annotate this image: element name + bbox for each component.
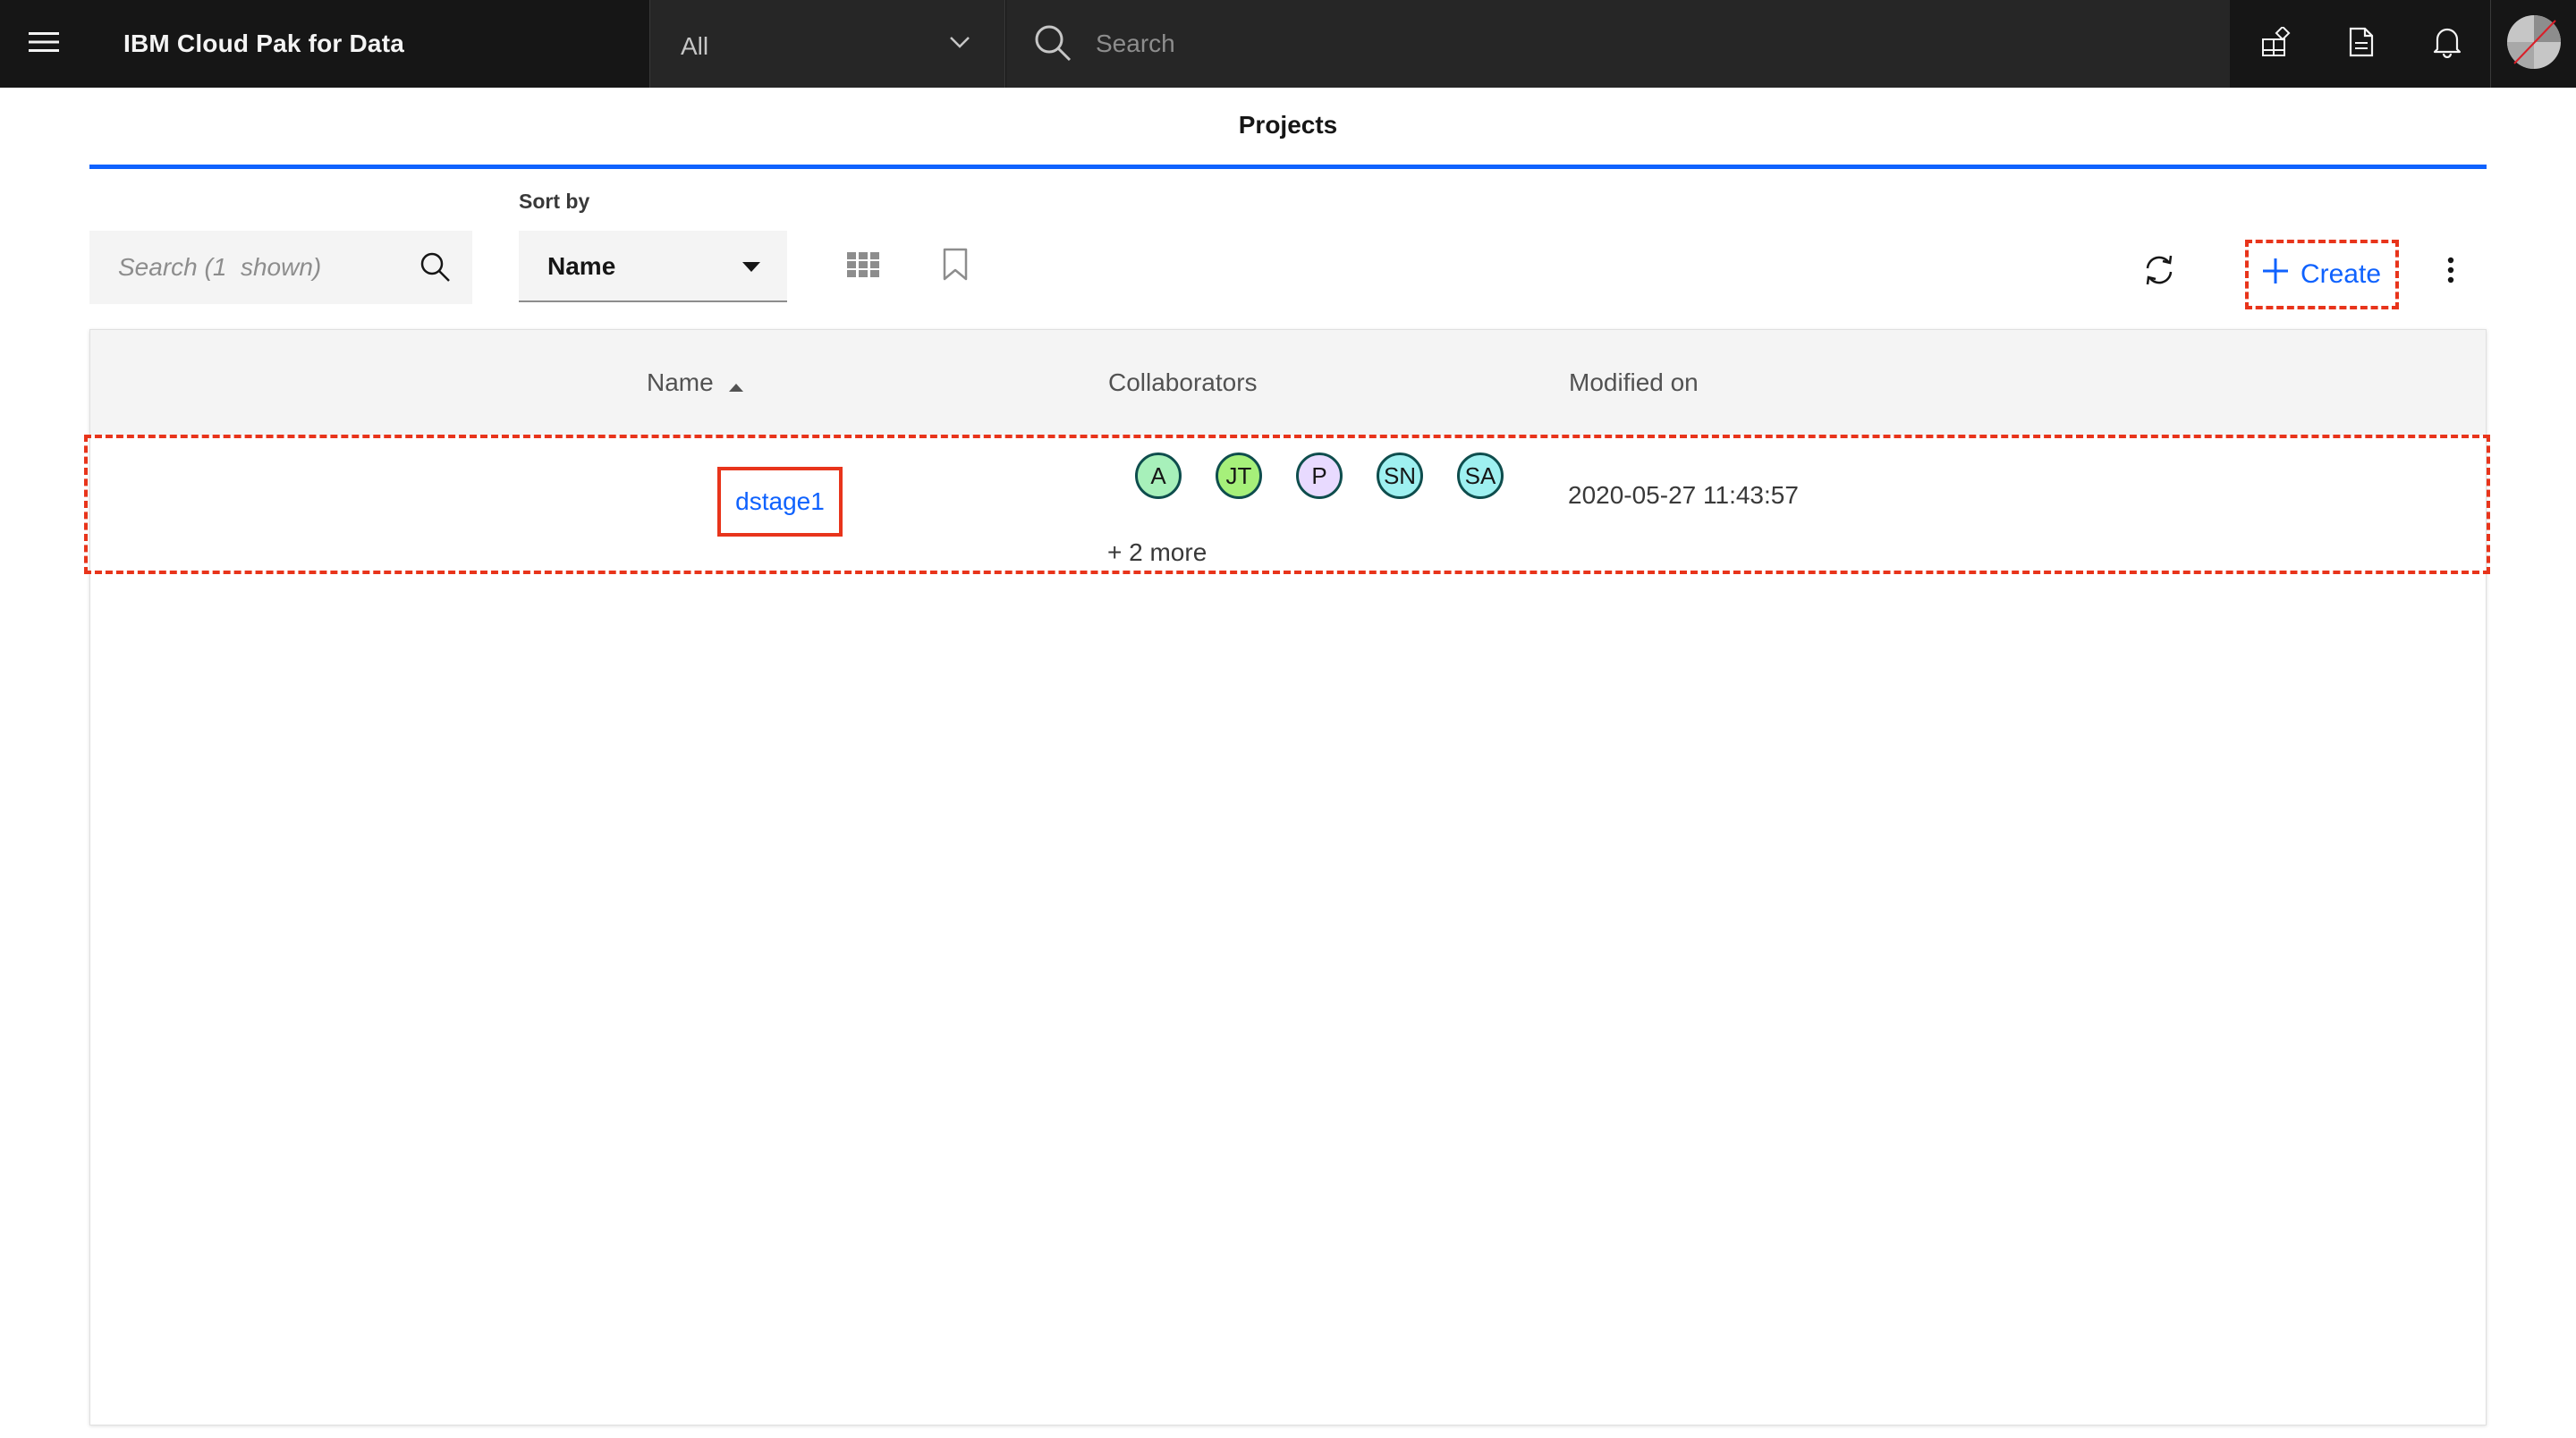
title-underline (89, 165, 2487, 169)
sort-by-label: Sort by (519, 190, 590, 213)
global-search[interactable] (1006, 0, 2230, 88)
more-collaborators-link[interactable]: + 2 more (1107, 538, 1207, 567)
collaborator-avatar[interactable]: SA (1457, 453, 1504, 499)
page-title: Projects (1238, 111, 1338, 139)
product-name[interactable]: IBM Cloud Pak for Data (123, 0, 404, 88)
grid-view-button[interactable] (836, 240, 890, 293)
column-header-collaborators[interactable]: Collaborators (1108, 330, 1258, 436)
search-icon (1033, 23, 1072, 67)
hamburger-icon (29, 30, 59, 58)
refresh-button[interactable] (2132, 245, 2186, 299)
project-search-input[interactable] (118, 231, 404, 304)
scope-value: All (681, 32, 709, 60)
user-profile-button[interactable] (2490, 0, 2576, 88)
project-link[interactable]: dstage1 (717, 467, 843, 537)
create-label: Create (2300, 259, 2382, 289)
column-header-modified[interactable]: Modified on (1569, 330, 1699, 436)
sort-ascending-icon (729, 332, 744, 437)
apps-switcher-button[interactable] (2233, 0, 2318, 88)
collaborator-avatar[interactable]: P (1296, 453, 1343, 499)
table-header: Name Collaborators Modified on (90, 330, 2486, 436)
caret-down-icon (742, 261, 760, 277)
menu-button[interactable] (0, 0, 88, 88)
bookmark-filter-button[interactable] (928, 240, 982, 293)
search-scope-dropdown[interactable]: All (649, 0, 1005, 88)
apps-icon (2260, 25, 2291, 62)
chevron-down-icon (949, 36, 970, 53)
document-icon (2349, 27, 2374, 62)
search-icon[interactable] (419, 250, 453, 289)
bell-icon (2432, 26, 2462, 63)
overflow-menu-button[interactable] (2424, 245, 2478, 299)
collaborator-avatar[interactable]: A (1135, 453, 1182, 499)
table-row[interactable]: dstage1 A JT P SN SA + 2 more 2020-05-27… (89, 438, 2487, 571)
top-header: IBM Cloud Pak for Data All (0, 0, 2576, 88)
modified-date: 2020-05-27 11:43:57 (1568, 481, 1799, 509)
project-search[interactable] (89, 231, 472, 304)
plus-icon (2262, 258, 2288, 291)
notifications-button[interactable] (2404, 0, 2490, 88)
grid-icon (847, 251, 879, 282)
sort-by-dropdown[interactable]: Name (519, 231, 787, 302)
collaborator-avatar[interactable]: SN (1377, 453, 1423, 499)
refresh-icon (2143, 254, 2175, 291)
avatar-icon (2505, 13, 2563, 75)
create-project-button[interactable]: Create (2245, 240, 2399, 309)
bookmark-icon (942, 248, 969, 286)
collaborator-avatar[interactable]: JT (1216, 453, 1262, 499)
documentation-button[interactable] (2318, 0, 2404, 88)
global-search-input[interactable] (1096, 0, 2169, 88)
column-header-name[interactable]: Name (647, 330, 744, 437)
sort-value: Name (547, 252, 616, 280)
overflow-menu-icon (2447, 257, 2454, 288)
